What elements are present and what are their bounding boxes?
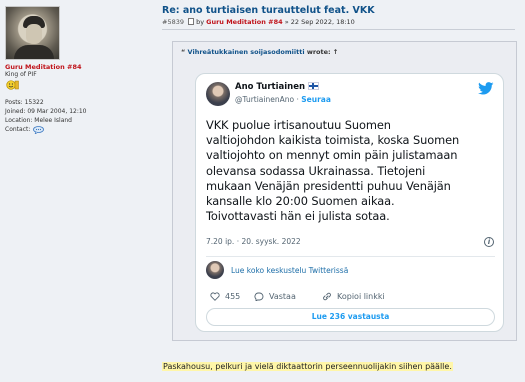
smiley-badge-icon [6,80,19,90]
post-number[interactable]: #5839 [162,18,184,26]
user-rank: King of PIF [5,71,37,78]
follow-button[interactable]: Seuraa [301,95,331,104]
quote-header: “ Vihreätukkainen soijasodomiitti wrote:… [181,48,338,56]
tweet-handle[interactable]: @TurtiainenAno [235,95,294,104]
tweet-author-name-text[interactable]: Ano Turtiainen [235,82,305,92]
tweet-text-line: VKK puolue irtisanoutuu Suomen [206,118,391,132]
quote-mark-icon: “ [181,48,186,56]
user-panel: Guru Meditation #84 King of PIF Posts: 1… [0,0,150,382]
user-joined: Joined: 09 Mar 2004, 12:10 [5,108,87,115]
tweet-text-line: Toivottavasti hän ei julista sotaa. [206,209,390,224]
post-title[interactable]: Re: ano turtiaisen turauttelut feat. VKK [162,5,375,16]
post-body-text: Paskahousu, pelkuri ja vielä diktaattori… [162,362,453,371]
post-divider [162,29,515,30]
tweet-divider [206,256,495,257]
post-meta: #5839 by Guru Meditation #84 » 22 Sep 20… [162,18,355,26]
post-document-icon[interactable] [188,18,195,25]
reply-bubble-icon [254,292,264,302]
reply-action[interactable]: Vastaa [254,292,296,302]
tweet-text: VKK puolue irtisanoutuu Suomen valtiojoh… [206,118,496,224]
tweet-avatar[interactable] [206,82,230,106]
read-replies-button[interactable]: Lue 236 vastausta [206,308,495,326]
quote-author[interactable]: Vihreätukkainen soijasodomiitti [188,48,305,56]
tweet-handle-row: @TurtiainenAno · Seuraa [235,95,331,104]
tweet-timestamp[interactable]: 7.20 ip. · 20. syysk. 2022 [206,237,301,246]
user-posts: Posts: 15322 [5,99,44,106]
tweet-dot: · [296,95,299,104]
twitter-bird-icon[interactable] [478,82,494,95]
tweet-text-line: mukaan Venäjän presidentti puhuu Venäjän [206,178,451,193]
quote-block: “ Vihreätukkainen soijasodomiitti wrote:… [172,41,517,341]
copy-link-label: Kopioi linkki [337,292,385,301]
copy-link-action[interactable]: Kopioi linkki [322,292,385,301]
tweet-author-name[interactable]: Ano Turtiainen [235,82,320,92]
tweet-text-line: valtiojohto on mennyt omin päin julistam… [206,148,458,163]
like-action[interactable]: 455 [210,292,240,301]
tweet-text-line: kansalle klo 20:00 Suomen aikaa. [206,194,395,209]
speech-bubble-icon[interactable] [33,126,44,134]
tweet-text-line: olevansa sodassa Ukrainassa. Tietojeni [206,163,426,178]
link-icon [323,292,331,301]
thread-avatar[interactable] [206,261,224,279]
post-by: by [196,18,205,26]
embedded-tweet: Ano Turtiainen @TurtiainenAno · Seuraa V… [195,73,504,332]
info-icon[interactable]: i [484,237,494,247]
heart-icon [210,292,220,301]
like-count: 455 [225,292,241,301]
username[interactable]: Guru Meditation #84 [5,63,82,71]
reply-label: Vastaa [269,292,296,301]
user-location: Location: Melee Island [5,117,72,124]
read-thread-link[interactable]: Lue koko keskustelu Twitterissä [231,266,348,275]
tweet-text-line: valtiojohdon kaikista toimista, koska Su… [206,133,460,148]
user-contact-label: Contact: [5,126,31,133]
finnish-flag-icon [308,82,320,90]
post-author[interactable]: Guru Meditation #84 [206,18,283,26]
avatar[interactable] [5,6,60,60]
post-date: » 22 Sep 2022, 18:10 [284,18,355,26]
quote-wrote[interactable]: wrote: ↑ [307,48,339,56]
